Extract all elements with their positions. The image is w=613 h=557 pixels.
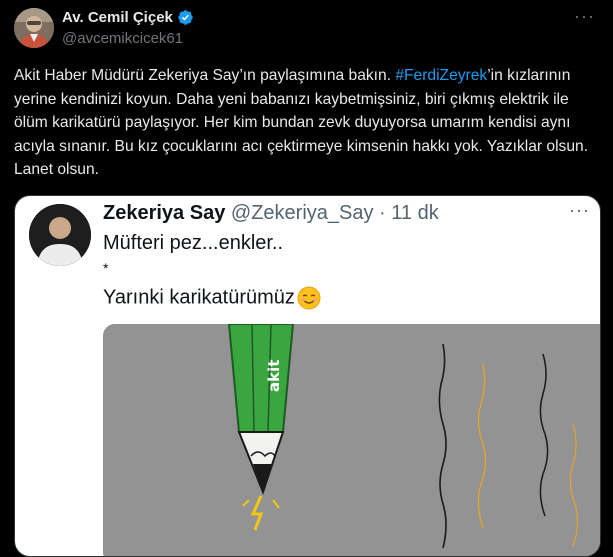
- quoted-display-name: Zekeriya Say: [103, 202, 226, 224]
- quoted-more-icon: ···: [569, 200, 590, 220]
- quoted-time: 11 dk: [391, 202, 439, 224]
- quoted-handle: @Zekeriya_Say: [230, 202, 374, 224]
- smiling-face-icon: [297, 286, 321, 310]
- quoted-header: Zekeriya Say @Zekeriya_Say · 11 dk: [103, 202, 439, 225]
- hashtag-link[interactable]: #FerdiZeyrek: [395, 67, 487, 84]
- tweet-text: Akit Haber Müdürü Zekeriya Say’ın paylaş…: [14, 64, 599, 182]
- author-photo: [14, 8, 54, 48]
- pencil-label: akit: [265, 360, 283, 392]
- verified-badge-icon: [178, 10, 193, 25]
- quoted-line-2: *: [103, 260, 109, 276]
- more-options-icon[interactable]: ···: [574, 6, 595, 26]
- quoted-line-3-text: Yarınki karikatürümüz: [103, 286, 295, 309]
- cartoon-image: akit: [103, 324, 600, 556]
- quoted-photo: [29, 204, 91, 266]
- quoted-avatar: [29, 204, 91, 266]
- tweet-text-part: Akit Haber Müdürü Zekeriya Say’ın paylaş…: [14, 67, 396, 84]
- embedded-image[interactable]: Zekeriya Say @Zekeriya_Say · 11 dk ··· M…: [14, 195, 601, 557]
- quoted-line-3: Yarınki karikatürümüz: [103, 286, 321, 310]
- quoted-separator: ·: [373, 202, 392, 224]
- author-avatar[interactable]: [14, 8, 54, 48]
- author-handle[interactable]: @avcemikcicek61: [62, 30, 183, 47]
- cartoon-drawing: akit: [103, 324, 600, 556]
- author-display-name[interactable]: Av. Cemil Çiçek: [62, 9, 173, 26]
- quoted-line-1: Müfteri pez...enkler..: [103, 232, 284, 254]
